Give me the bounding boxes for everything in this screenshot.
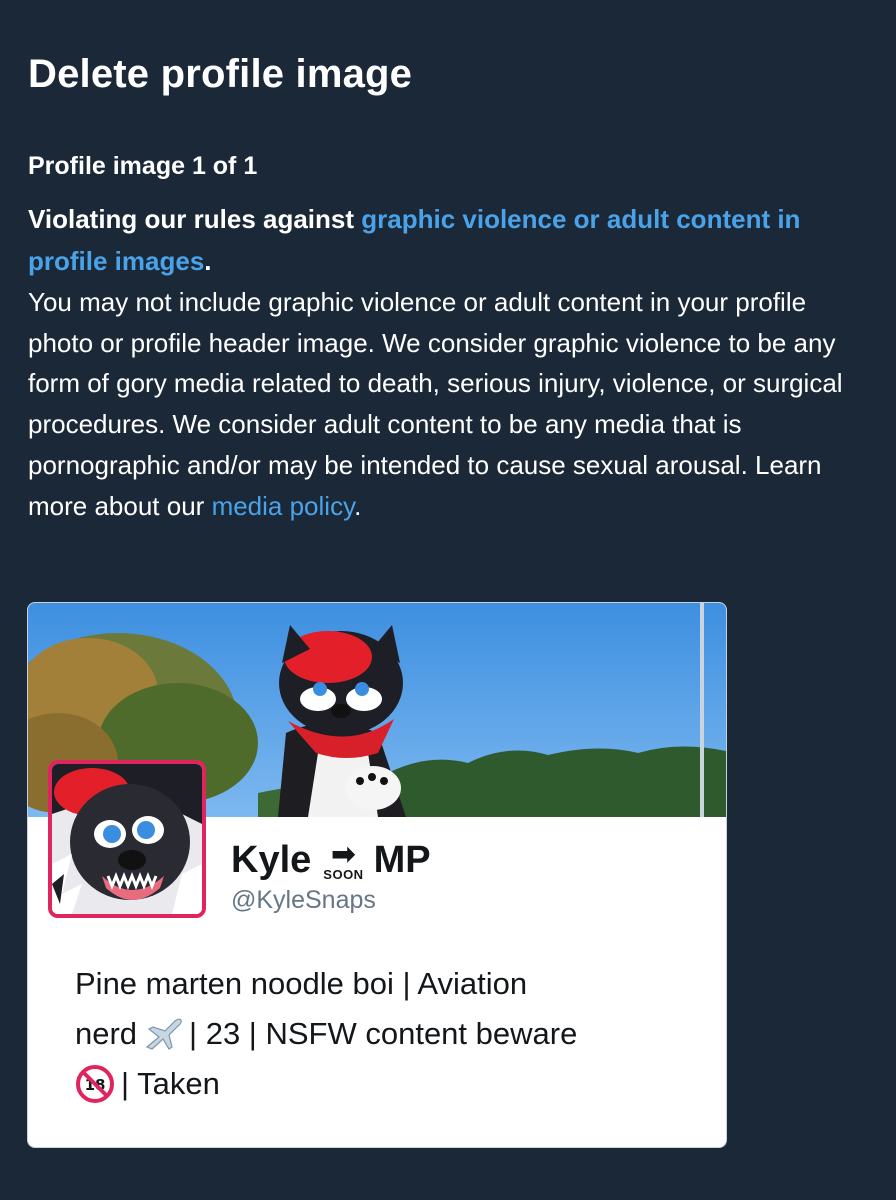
no-under-18-icon: 18 — [76, 1065, 114, 1103]
rule-prefix: Violating our rules against — [28, 204, 362, 234]
name-end: MP — [373, 839, 431, 881]
profile-handle: @KyleSnaps — [231, 886, 376, 914]
bio-text: | Taken — [121, 1066, 220, 1101]
bio-line: Pine marten noodle boi | Aviation — [75, 959, 695, 1009]
policy-description: You may not include graphic violence or … — [28, 282, 878, 526]
profile-display-name: Kyle ➡ SOON MP — [231, 839, 431, 882]
profile-avatar — [48, 760, 206, 918]
name-start: Kyle — [231, 839, 312, 881]
avatar-image — [52, 764, 202, 914]
airplane-icon — [145, 1018, 182, 1050]
policy-end: . — [354, 490, 362, 521]
profile-preview-card: Kyle ➡ SOON MP @KyleSnaps Pine marten no… — [27, 602, 727, 1148]
bio-text: | 23 | NSFW content beware — [189, 1016, 578, 1051]
bio-text: nerd — [75, 1016, 138, 1051]
bio-line: nerd | 23 | NSFW content beware — [75, 1009, 695, 1059]
policy-text: You may not include graphic violence or … — [28, 287, 843, 521]
rule-suffix: . — [204, 246, 212, 276]
dialog-title: Delete profile image — [28, 52, 413, 96]
arrow-right-icon: ➡ — [330, 838, 356, 871]
media-policy-link[interactable]: media policy — [212, 491, 355, 521]
bio-line: 18 | Taken — [75, 1059, 695, 1109]
soon-arrow-icon: ➡ SOON — [323, 838, 364, 882]
soon-label: SOON — [323, 867, 364, 882]
image-counter: Profile image 1 of 1 — [28, 152, 258, 180]
bio-text: Pine marten noodle boi | Aviation — [75, 966, 528, 1001]
violation-rule: Violating our rules against graphic viol… — [28, 198, 858, 282]
profile-bio: Pine marten noodle boi | Aviation nerd |… — [75, 959, 695, 1109]
